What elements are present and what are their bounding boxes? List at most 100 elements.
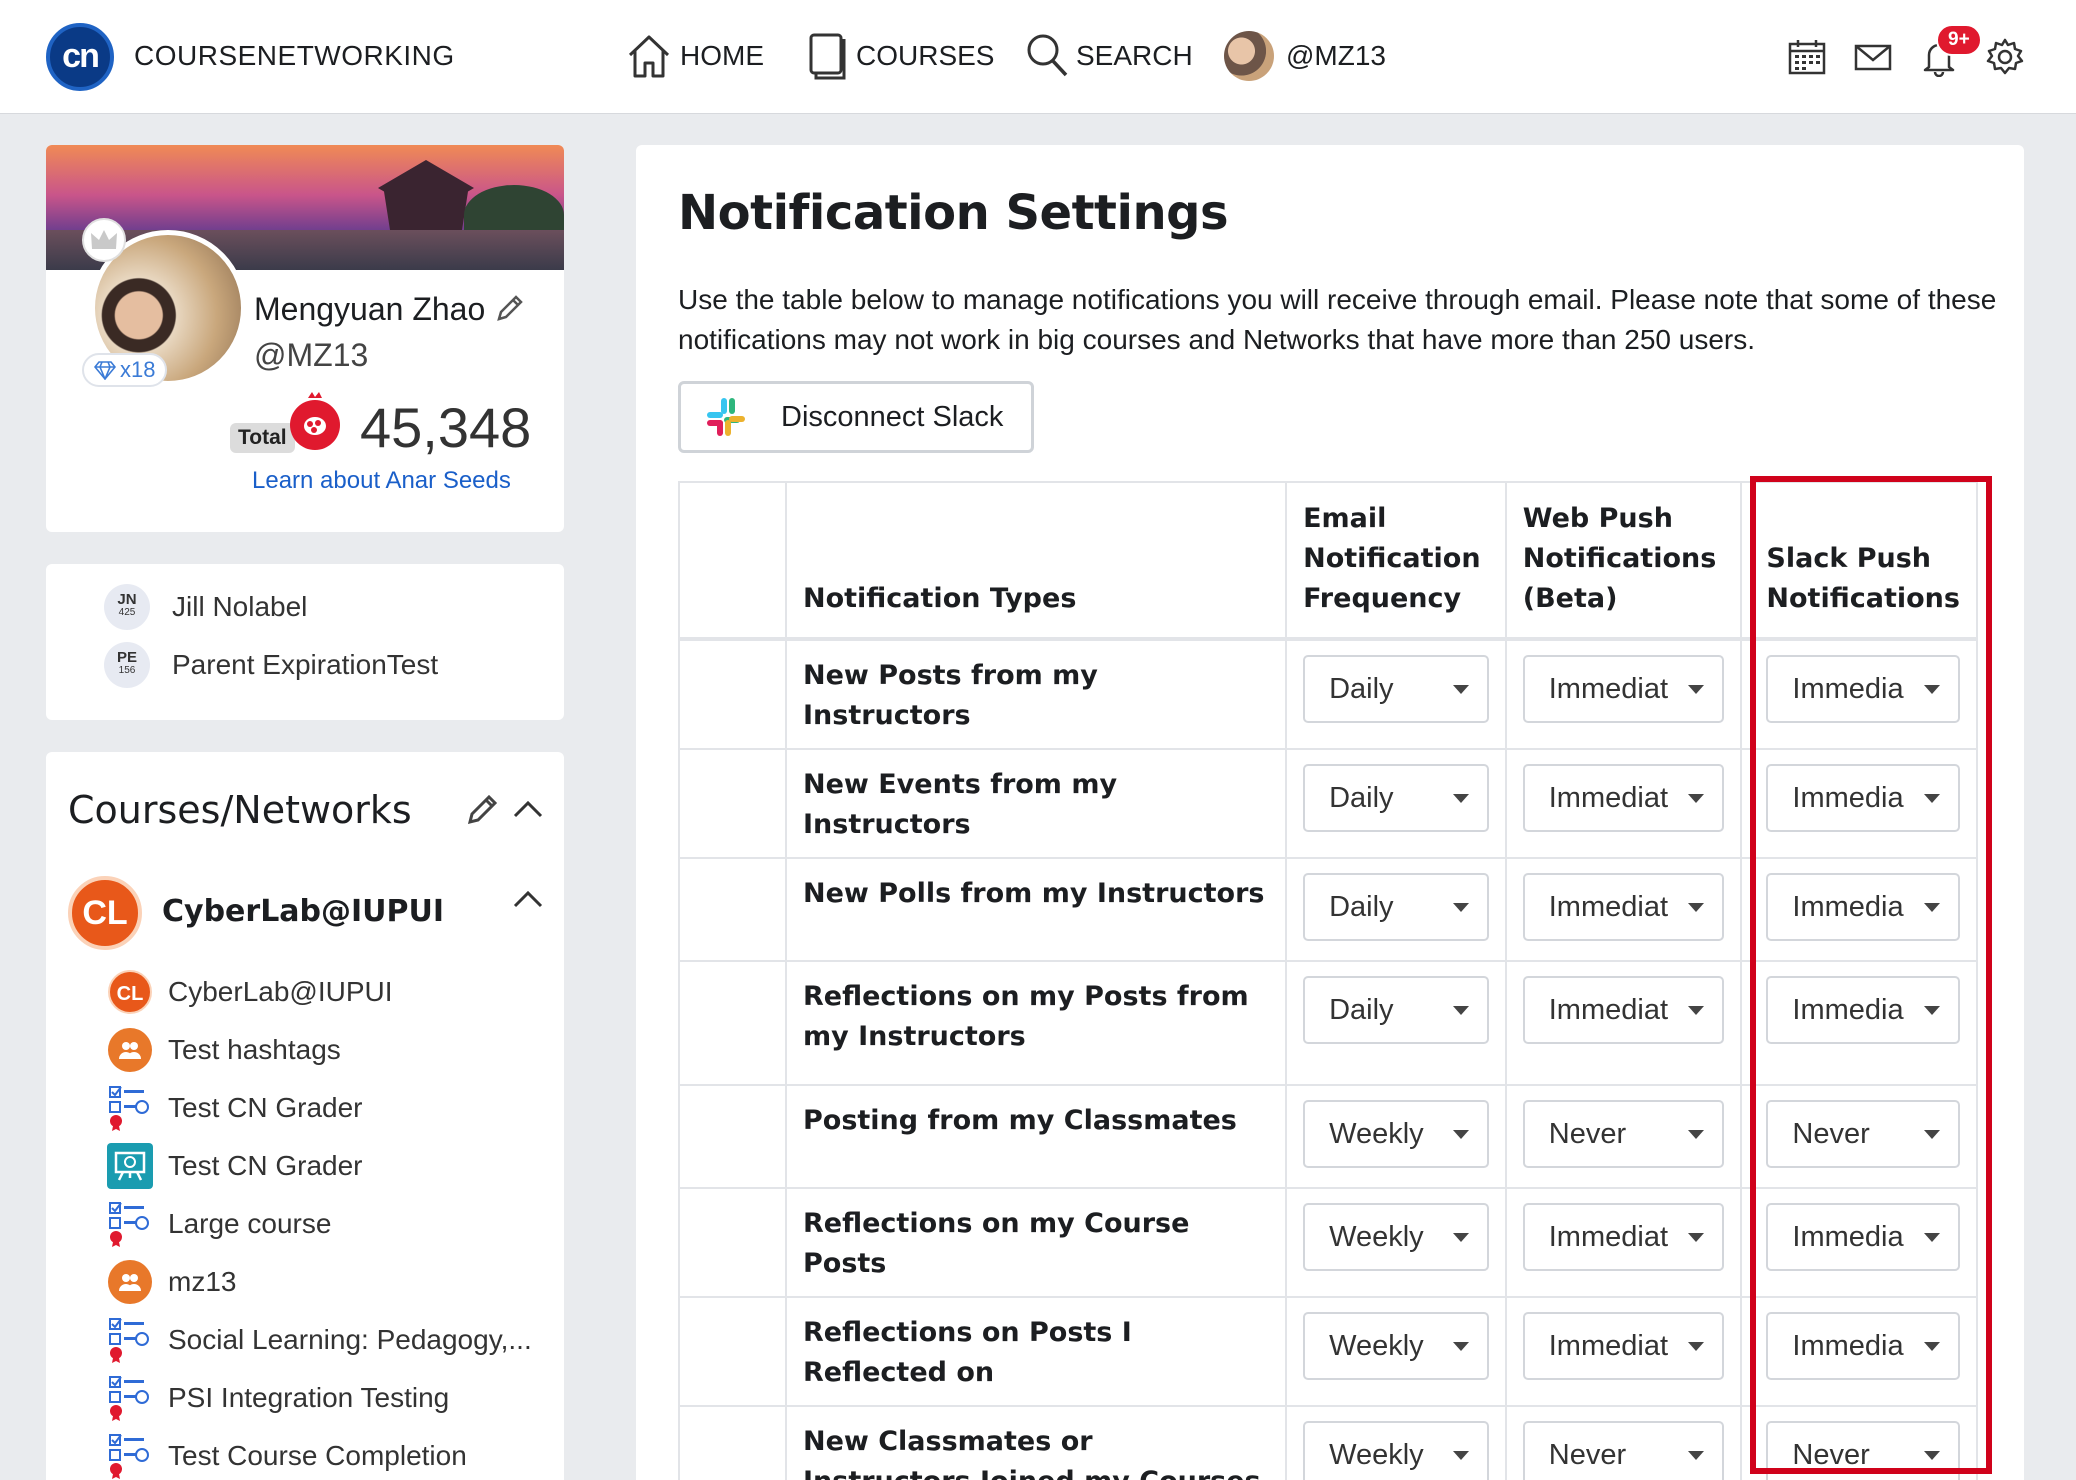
total-label: Total	[230, 423, 295, 453]
edit-pencil-icon[interactable]	[494, 292, 526, 324]
coursenetworking-logo[interactable]: cn	[46, 23, 114, 91]
course-item[interactable]: Large course	[106, 1200, 331, 1248]
cyberlab-group-logo[interactable]: CL	[68, 876, 142, 950]
web-push-select[interactable]: Immediat	[1522, 1203, 1725, 1271]
slack-push-select[interactable]: Immedia	[1766, 655, 1960, 723]
course-name: Social Learning: Pedagogy,...	[168, 1324, 532, 1355]
settings-button[interactable]	[1980, 32, 2030, 82]
row-blank-cell	[678, 1296, 787, 1407]
notification-type-label: Reflections on my Course Posts	[784, 1187, 1288, 1298]
course-item[interactable]: Test CN Grader	[106, 1142, 363, 1190]
dropdown-caret-icon	[1924, 1129, 1940, 1139]
web-push-select[interactable]: Immediat	[1522, 764, 1725, 832]
select-value: Weekly	[1329, 1438, 1424, 1471]
course-item[interactable]: Test CN Grader	[106, 1084, 363, 1132]
book-icon	[809, 33, 846, 80]
gear-icon	[1986, 38, 2024, 75]
slack-push-select[interactable]: Immedia	[1766, 1312, 1960, 1380]
email-frequency-select-cell: Weekly	[1285, 1187, 1507, 1298]
course-checklist-icon	[106, 1432, 154, 1480]
web-push-select[interactable]: Immediat	[1522, 1312, 1725, 1380]
messages-button[interactable]	[1848, 32, 1898, 82]
web-push-select[interactable]: Immediat	[1522, 976, 1725, 1044]
course-item[interactable]: Social Learning: Pedagogy,...	[106, 1316, 532, 1364]
slack-push-select[interactable]: Immedia	[1766, 873, 1960, 941]
anar-seed-score: 45,348	[360, 396, 532, 459]
course-name: Test CN Grader	[168, 1150, 363, 1181]
table-header-row: Notification Types Email Notification Fr…	[678, 481, 1978, 641]
group-name[interactable]: CyberLab@IUPUI	[162, 894, 444, 929]
header-web-push: Web Push Notifications (Beta)	[1504, 481, 1743, 641]
email-frequency-select[interactable]: Weekly	[1303, 1100, 1489, 1168]
edit-pencil-icon[interactable]	[466, 792, 500, 826]
home-icon	[628, 35, 670, 78]
email-frequency-select[interactable]: Weekly	[1303, 1312, 1489, 1380]
select-value: Daily	[1329, 890, 1394, 923]
slack-push-select[interactable]: Immedia	[1766, 1203, 1960, 1271]
select-value: Immediat	[1548, 993, 1669, 1026]
slack-push-select[interactable]: Immedia	[1766, 976, 1960, 1044]
calendar-button[interactable]	[1782, 32, 1832, 82]
select-value: Immediat	[1548, 1329, 1669, 1362]
course-item[interactable]: Test hashtags	[106, 1026, 341, 1074]
web-push-select[interactable]: Immediat	[1522, 655, 1725, 723]
web-push-select-cell: Immediat	[1504, 1187, 1743, 1298]
web-push-select[interactable]: Never	[1522, 1421, 1725, 1480]
email-frequency-select[interactable]: Daily	[1303, 976, 1489, 1044]
select-value: Immedia	[1792, 1329, 1904, 1362]
nav-user-profile[interactable]: @MZ13	[1224, 26, 1386, 86]
web-push-select[interactable]: Immediat	[1522, 873, 1725, 941]
learn-anar-seeds-link[interactable]: Learn about Anar Seeds	[252, 467, 511, 495]
dropdown-caret-icon	[1924, 902, 1940, 912]
course-name: Test Course Completion	[168, 1440, 467, 1471]
email-frequency-select-cell: Daily	[1285, 857, 1507, 962]
email-frequency-select[interactable]: Weekly	[1303, 1421, 1489, 1480]
web-push-select[interactable]: Never	[1522, 1100, 1725, 1168]
dropdown-caret-icon	[1924, 793, 1940, 803]
person-item[interactable]: PE 156 Parent ExpirationTest	[104, 642, 438, 688]
dropdown-caret-icon	[1688, 684, 1705, 694]
chevron-up-icon[interactable]	[512, 886, 544, 912]
profile-name-text: Mengyuan Zhao	[254, 291, 486, 327]
select-value: Immedia	[1792, 1220, 1904, 1253]
nav-home[interactable]: HOME	[624, 26, 764, 86]
select-value: Never	[1548, 1117, 1627, 1150]
slack-push-select[interactable]: Never	[1766, 1421, 1960, 1480]
diamond-badge[interactable]: x18	[82, 353, 168, 387]
email-frequency-select-cell: Weekly	[1285, 1296, 1507, 1407]
email-frequency-select[interactable]: Daily	[1303, 655, 1489, 723]
people-card: JN 425 Jill Nolabel PE 156 Parent Expirati…	[46, 564, 564, 720]
select-value: Immediat	[1548, 672, 1669, 705]
slack-push-select-cell: Immedia	[1740, 960, 1978, 1086]
diamond-count: x18	[120, 357, 156, 382]
notifications-button[interactable]: 9+	[1914, 24, 1982, 82]
row-blank-cell	[678, 1084, 787, 1189]
nav-courses[interactable]: COURSES	[806, 26, 994, 86]
email-frequency-select[interactable]: Weekly	[1303, 1203, 1489, 1271]
crown-icon	[82, 218, 126, 262]
course-item[interactable]: PSI Integration Testing	[106, 1374, 449, 1422]
nav-search[interactable]: SEARCH	[1024, 26, 1193, 86]
select-value: Immedia	[1792, 890, 1904, 923]
select-value: Daily	[1329, 993, 1394, 1026]
slack-push-select-cell: Immedia	[1740, 638, 1978, 750]
course-item[interactable]: Test Course Completion	[106, 1432, 467, 1480]
course-item[interactable]: CL CyberLab@IUPUI	[106, 968, 393, 1016]
slack-push-select-cell: Immedia	[1740, 1187, 1978, 1298]
table-row: New Classmates or Instructors Joined my …	[678, 1405, 1978, 1480]
email-frequency-select[interactable]: Daily	[1303, 873, 1489, 941]
person-item[interactable]: JN 425 Jill Nolabel	[104, 584, 307, 630]
email-frequency-select[interactable]: Daily	[1303, 764, 1489, 832]
email-frequency-select-cell: Weekly	[1285, 1084, 1507, 1189]
slack-push-select[interactable]: Immedia	[1766, 764, 1960, 832]
notification-type-label: Reflections on Posts I Reflected on	[784, 1296, 1288, 1407]
brand-name[interactable]: COURSENETWORKING	[134, 40, 455, 72]
disconnect-slack-button[interactable]: Disconnect Slack	[678, 381, 1034, 453]
row-blank-cell	[678, 960, 787, 1086]
dropdown-caret-icon	[1688, 1005, 1705, 1015]
calendar-icon	[1788, 40, 1826, 75]
chevron-up-icon[interactable]	[512, 796, 544, 822]
course-item[interactable]: mz13	[106, 1258, 236, 1306]
row-blank-cell	[678, 857, 787, 962]
slack-push-select[interactable]: Never	[1766, 1100, 1960, 1168]
